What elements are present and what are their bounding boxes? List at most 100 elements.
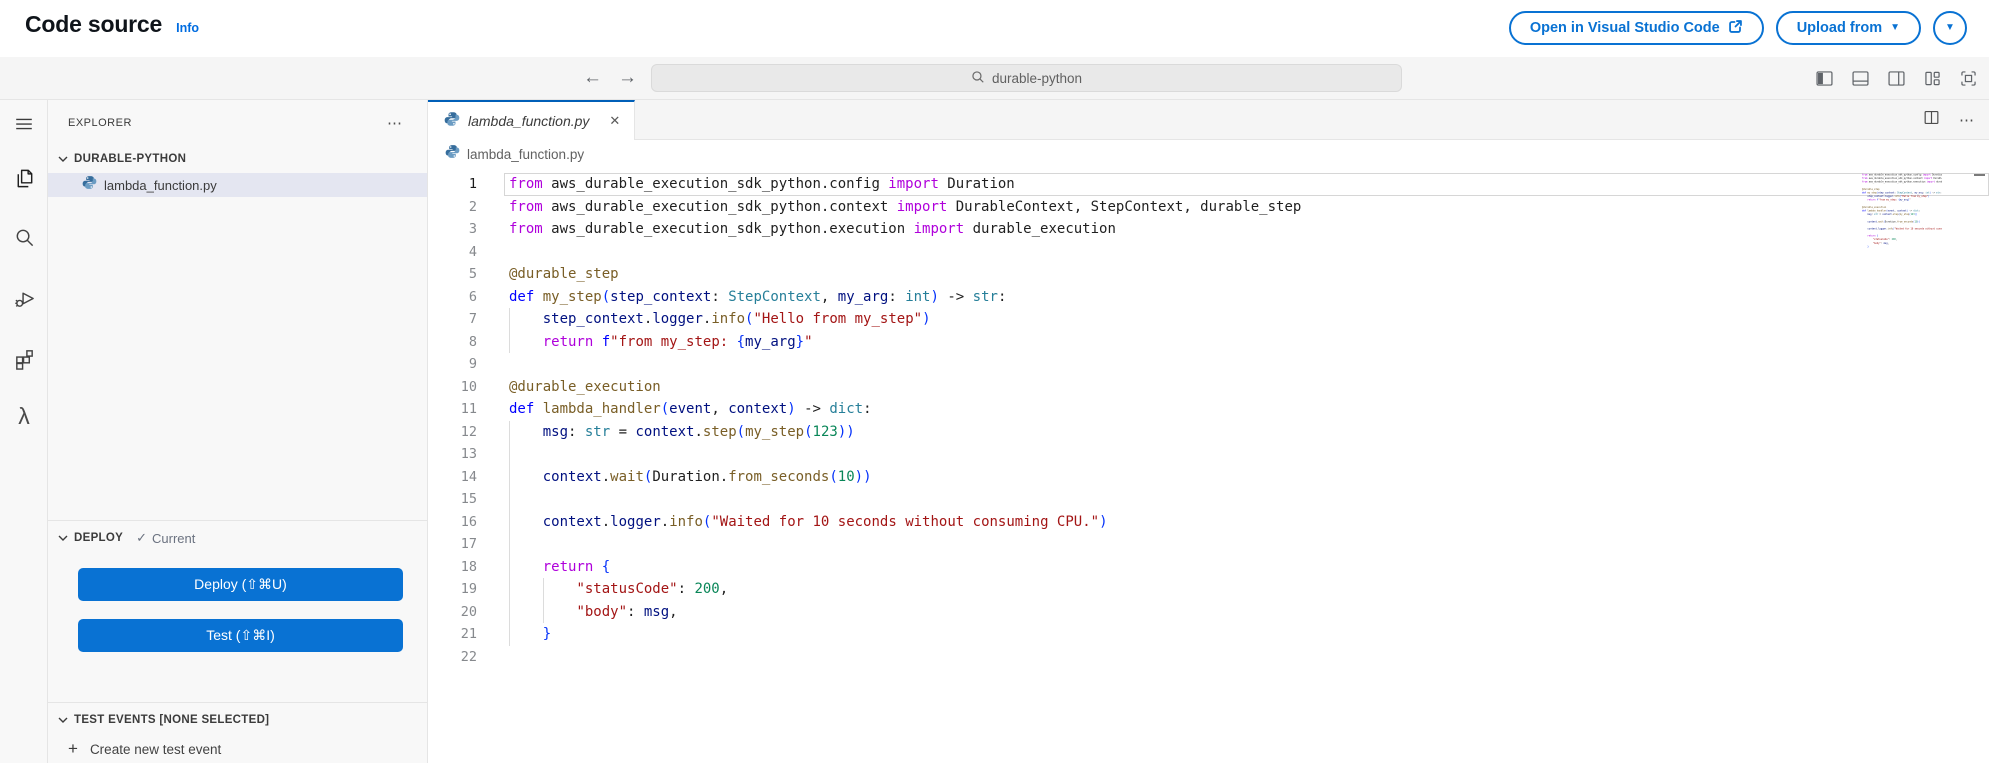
editor-toolbar: ← → durable-python — [0, 57, 1989, 100]
python-file-icon — [82, 175, 97, 195]
code-line-21[interactable]: 21 } — [428, 623, 1989, 646]
command-center-search[interactable]: durable-python — [651, 64, 1402, 92]
layout-icons — [1814, 68, 1979, 89]
python-file-icon — [444, 111, 460, 132]
deploy-section-header[interactable]: DEPLOY ✓ Current — [48, 526, 427, 550]
forward-arrow-icon[interactable]: → — [618, 67, 637, 89]
line-number: 14 — [460, 468, 477, 485]
code-line-22[interactable]: 22 — [428, 646, 1989, 669]
code-line-16[interactable]: 16 context.logger.info("Waited for 10 se… — [428, 510, 1989, 533]
code-line-2[interactable]: 2 from aws_durable_execution_sdk_python.c… — [428, 196, 1989, 219]
code-line-11[interactable]: 11 def lambda_handler(event, context) -> … — [428, 398, 1989, 421]
caret-down-icon: ▼ — [1890, 22, 1900, 33]
maximize-icon[interactable] — [1958, 68, 1979, 89]
code-line-4[interactable]: 4 — [428, 241, 1989, 264]
code-line-14[interactable]: 14 context.wait(Duration.from_seconds(10… — [428, 465, 1989, 488]
file-row-lambda-function[interactable]: lambda_function.py — [48, 173, 427, 197]
upload-from-button[interactable]: Upload from ▼ — [1775, 11, 1921, 45]
line-number: 22 — [460, 648, 477, 665]
section-divider — [48, 520, 427, 521]
breadcrumb[interactable]: lambda_function.py — [428, 140, 1989, 168]
explorer-header: EXPLORER ⋯ — [48, 100, 427, 140]
info-link[interactable]: Info — [176, 21, 199, 35]
command-center-text: durable-python — [991, 70, 1083, 86]
deploy-button[interactable]: Deploy (⇧⌘U) — [78, 568, 403, 601]
line-number: 21 — [460, 626, 477, 642]
split-editor-icon[interactable] — [1922, 108, 1941, 132]
minimap[interactable]: from aws_durable_execution_sdk_python.co… — [1862, 173, 1942, 273]
code-line-20[interactable]: 20 "body": msg, — [428, 600, 1989, 623]
explorer-more-icon[interactable]: ⋯ — [387, 114, 403, 132]
toggle-panel-icon[interactable] — [1850, 68, 1871, 89]
open-in-vscode-button[interactable]: Open in Visual Studio Code — [1508, 11, 1764, 45]
chevron-down-icon — [55, 712, 71, 728]
line-number: 11 — [460, 401, 477, 417]
line-number: 8 — [468, 333, 477, 350]
line-number: 18 — [460, 558, 477, 575]
code-line-17[interactable]: 17 — [428, 533, 1989, 556]
line-number: 3 — [468, 221, 477, 237]
line-number: 1 — [468, 176, 477, 192]
code-line-7[interactable]: 7 step_context.logger.info("Hello from m… — [428, 308, 1989, 331]
page-title: Code source — [25, 11, 163, 37]
overview-ruler-cursor — [1974, 174, 1985, 176]
explorer-title: EXPLORER — [68, 117, 132, 129]
chevron-down-icon — [55, 151, 71, 167]
caret-down-icon: ▼ — [1945, 22, 1955, 33]
run-debug-icon[interactable] — [12, 286, 36, 310]
tab-actions: ⋯ — [1922, 100, 1975, 140]
extensions-icon[interactable] — [12, 346, 36, 370]
code-line-19[interactable]: 19 "statusCode": 200, — [428, 578, 1989, 601]
line-number: 2 — [468, 198, 477, 215]
code-line-18[interactable]: 18 return { — [428, 555, 1989, 578]
test-events-title: TEST EVENTS [NONE SELECTED] — [74, 714, 270, 726]
code-line-15[interactable]: 15 — [428, 488, 1989, 511]
code-line-5[interactable]: 5 @durable_step — [428, 263, 1989, 286]
menu-icon[interactable] — [12, 112, 36, 136]
explorer-sidebar: EXPLORER ⋯ DURABLE-PYTHON lambda_functio… — [48, 100, 428, 763]
code-line-6[interactable]: 6 def my_step(step_context: StepContext, … — [428, 286, 1989, 309]
line-number: 16 — [460, 513, 477, 530]
test-events-section-header[interactable]: TEST EVENTS [NONE SELECTED] — [48, 708, 427, 732]
code-line-8[interactable]: 8 return f"from my_step: {my_arg}" — [428, 330, 1989, 353]
line-number: 13 — [460, 446, 477, 462]
code-line-3[interactable]: 3 from aws_durable_execution_sdk_python.e… — [428, 218, 1989, 241]
code-line-10[interactable]: 10 @durable_execution — [428, 376, 1989, 399]
code-line-12[interactable]: 12 msg: str = context.step(my_step(123)) — [428, 420, 1989, 443]
nav-arrows: ← → — [583, 57, 637, 99]
toggle-primary-sidebar-icon[interactable] — [1814, 68, 1835, 89]
workspace-folder-row[interactable]: DURABLE-PYTHON — [48, 148, 427, 170]
line-number: 10 — [460, 378, 477, 395]
code-editor[interactable]: 1 from aws_durable_execution_sdk_python.c… — [428, 168, 1989, 763]
toggle-secondary-sidebar-icon[interactable] — [1886, 68, 1907, 89]
editor-area: lambda_function.py ✕ ⋯ lambda_function.p… — [428, 100, 1989, 763]
create-test-event-row[interactable]: + Create new test event — [48, 736, 427, 762]
tab-lambda-function[interactable]: lambda_function.py ✕ — [428, 100, 636, 140]
close-icon[interactable]: ✕ — [609, 113, 620, 129]
more-actions-icon[interactable]: ⋯ — [1959, 111, 1975, 129]
editor-main: λ EXPLORER ⋯ DURABLE-PYTHON lambda_funct… — [0, 100, 1989, 763]
customize-layout-icon[interactable] — [1922, 68, 1943, 89]
line-number: 4 — [468, 243, 477, 260]
code-line-13[interactable]: 13 — [428, 443, 1989, 466]
line-number: 17 — [460, 536, 477, 552]
search-icon[interactable] — [12, 225, 36, 249]
header-actions: Open in Visual Studio Code Upload from ▼… — [1508, 11, 1967, 45]
file-name: lambda_function.py — [104, 177, 217, 193]
deploy-title: DEPLOY — [74, 532, 124, 544]
deploy-status: ✓ Current — [136, 530, 196, 546]
line-number: 12 — [460, 423, 477, 440]
code-line-9[interactable]: 9 — [428, 353, 1989, 376]
more-actions-button[interactable]: ▼ — [1933, 11, 1967, 45]
line-number: 6 — [468, 288, 477, 305]
test-button[interactable]: Test (⇧⌘I) — [78, 619, 403, 652]
back-arrow-icon[interactable]: ← — [583, 67, 602, 89]
explorer-files-icon[interactable] — [12, 166, 36, 190]
minimap-content: from aws_durable_execution_sdk_python.co… — [1862, 173, 1942, 249]
line-number: 9 — [468, 356, 477, 372]
line-number: 5 — [468, 266, 477, 282]
line-number: 7 — [468, 311, 477, 327]
code-line-1[interactable]: 1 from aws_durable_execution_sdk_python.c… — [428, 173, 1989, 196]
aws-lambda-icon[interactable]: λ — [12, 404, 36, 428]
chevron-down-icon — [55, 530, 71, 546]
